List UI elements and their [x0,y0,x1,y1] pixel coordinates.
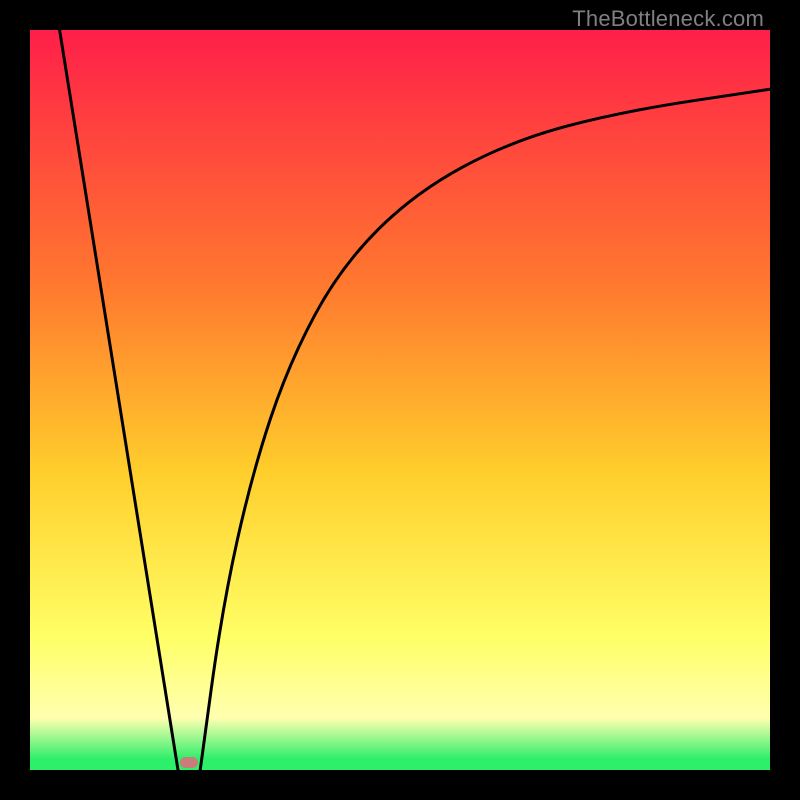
plot-area [30,30,770,770]
chart-frame: TheBottleneck.com [0,0,800,800]
watermark-label: TheBottleneck.com [572,6,764,32]
bottleneck-curve [30,30,770,770]
min-marker [180,757,198,768]
